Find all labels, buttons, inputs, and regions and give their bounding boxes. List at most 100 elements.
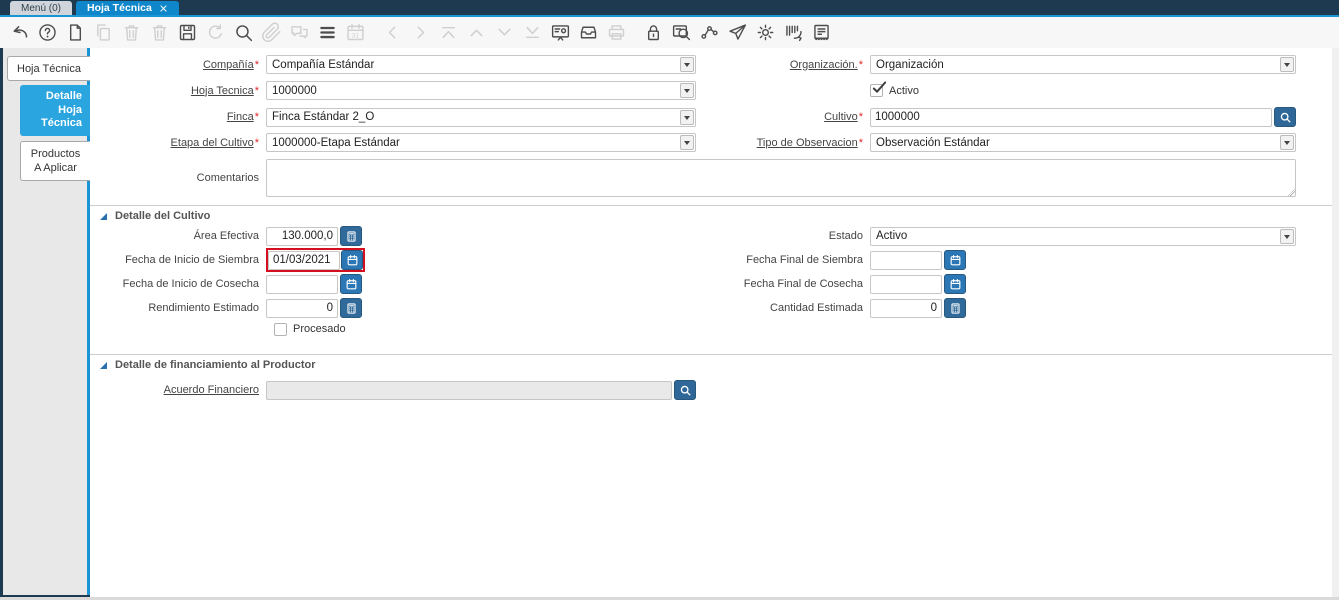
calculator-button[interactable] <box>340 226 362 246</box>
report-document-icon[interactable] <box>811 22 832 43</box>
tipo-observacion-select[interactable]: Observación Estándar <box>870 133 1296 152</box>
sidebar-tab-detalle-hoja-tecnica[interactable]: Detalle Hoja Técnica <box>20 85 90 136</box>
form-row: Área Efectiva Estado Activo <box>90 226 1339 246</box>
etapa-select[interactable]: 1000000-Etapa Estándar <box>266 133 696 152</box>
fecha-inicio-siembra-input[interactable] <box>268 250 340 270</box>
tab-hoja-tecnica[interactable]: Hoja Técnica <box>76 1 179 15</box>
compania-select[interactable]: Compañía Estándar <box>266 55 696 74</box>
cultivo-lookup-button[interactable] <box>1274 107 1296 127</box>
grid-toggle-icon[interactable] <box>317 22 338 43</box>
procesado-label: Procesado <box>293 323 346 335</box>
previous-record-icon <box>466 22 487 43</box>
chevron-down-icon[interactable] <box>1280 57 1294 72</box>
rendimiento-estimado-label: Rendimiento Estimado <box>148 302 259 314</box>
fecha-final-cosecha-input[interactable] <box>870 274 942 294</box>
form-row: Etapa del Cultivo* 1000000-Etapa Estánda… <box>90 133 1339 152</box>
vertical-scrollbar[interactable] <box>1332 48 1339 597</box>
tab-hoja-tecnica-label: Hoja Técnica <box>87 2 152 14</box>
hoja-tecnica-select[interactable]: 1000000 <box>266 81 696 100</box>
cultivo-field <box>870 107 1296 127</box>
section-financiamiento-header[interactable]: Detalle de financiamiento al Productor <box>90 354 1339 375</box>
calculator-button[interactable] <box>340 298 362 318</box>
sidebar-tab-productos-a-aplicar[interactable]: Productos A Aplicar <box>20 141 90 181</box>
finca-select[interactable]: Finca Estándar 2_O <box>266 107 696 127</box>
organizacion-select[interactable]: Organización <box>870 55 1296 74</box>
etapa-value: 1000000-Etapa Estándar <box>272 136 400 149</box>
cantidad-estimada-input[interactable] <box>870 298 942 318</box>
chevron-down-icon[interactable] <box>680 109 694 125</box>
hoja-tecnica-label: Hoja Tecnica* <box>190 84 259 97</box>
chat-icon <box>289 22 310 43</box>
tab-menu[interactable]: Menú (0) <box>10 1 73 15</box>
form-row: Comentarios <box>90 159 1339 197</box>
fecha-final-siembra-input[interactable] <box>870 250 942 270</box>
send-icon[interactable] <box>727 22 748 43</box>
sidebar-tab-hoja-tecnica[interactable]: Hoja Técnica <box>7 56 90 81</box>
save-icon[interactable] <box>177 22 198 43</box>
attachment-icon <box>261 22 282 43</box>
refresh-icon <box>205 22 226 43</box>
form-row: Hoja Tecnica* 1000000 Activo <box>90 81 1339 100</box>
next-record-icon <box>494 22 515 43</box>
calendar-button[interactable] <box>944 274 966 294</box>
main-area: Hoja Técnica Detalle Hoja Técnica Produc… <box>0 48 1339 600</box>
sidebar-tab-label: Detalle Hoja Técnica <box>41 89 82 130</box>
toolbar <box>0 17 1339 48</box>
help-icon[interactable] <box>37 22 58 43</box>
acuerdo-lookup-button[interactable] <box>674 380 696 400</box>
chevron-down-icon[interactable] <box>1280 135 1294 150</box>
barcode-scan-icon[interactable] <box>783 22 804 43</box>
settings-icon[interactable] <box>755 22 776 43</box>
compania-value: Compañía Estándar <box>272 58 375 71</box>
application-window: Menú (0) Hoja Técnica Hoja Técnica Detal… <box>0 0 1339 600</box>
chevron-left-icon <box>382 22 403 43</box>
workflow-icon[interactable] <box>699 22 720 43</box>
copy-icon <box>93 22 114 43</box>
zoom-search-icon[interactable] <box>671 22 692 43</box>
procesado-checkbox[interactable] <box>274 322 287 336</box>
tipo-observacion-label: Tipo de Observacion* <box>756 136 863 149</box>
window-tab-bar: Menú (0) Hoja Técnica <box>0 0 1339 15</box>
section-detalle-cultivo-header[interactable]: Detalle del Cultivo <box>90 205 1339 226</box>
comentarios-textarea[interactable] <box>266 159 1296 197</box>
form-row: Fecha de Inicio de Cosecha Fecha Final d… <box>90 274 1339 294</box>
find-icon[interactable] <box>233 22 254 43</box>
collapse-triangle-icon <box>100 361 107 369</box>
close-icon[interactable] <box>159 4 168 13</box>
undo-icon[interactable] <box>9 22 30 43</box>
section-title: Detalle del Cultivo <box>115 210 211 222</box>
chevron-down-icon[interactable] <box>680 83 694 98</box>
tipo-observacion-value: Observación Estándar <box>876 136 990 149</box>
fecha-inicio-cosecha-label: Fecha de Inicio de Cosecha <box>122 278 259 290</box>
area-efectiva-input[interactable] <box>266 226 338 246</box>
calendar-button[interactable] <box>341 250 363 270</box>
presentation-icon[interactable] <box>550 22 571 43</box>
chevron-down-icon[interactable] <box>680 57 694 72</box>
chevron-down-icon[interactable] <box>1280 228 1294 244</box>
estado-select[interactable]: Activo <box>870 226 1296 246</box>
fecha-inicio-cosecha-input[interactable] <box>266 274 338 294</box>
hoja-tecnica-value: 1000000 <box>272 84 317 97</box>
estado-label: Estado <box>828 230 863 242</box>
comentarios-label: Comentarios <box>196 172 259 184</box>
tab-menu-label: Menú (0) <box>21 2 62 14</box>
calendar-button[interactable] <box>944 250 966 270</box>
activo-field: Activo <box>870 84 1296 97</box>
chevron-down-icon[interactable] <box>680 135 694 150</box>
form-row: Compañía* Compañía Estándar Organización… <box>90 55 1339 74</box>
new-icon[interactable] <box>65 22 86 43</box>
activo-label: Activo <box>889 84 919 97</box>
lock-icon[interactable] <box>643 22 664 43</box>
activo-checkbox[interactable] <box>870 84 883 97</box>
form-row: Fecha de Inicio de Siembra Fecha Final d… <box>90 248 1339 272</box>
rendimiento-estimado-input[interactable] <box>266 298 338 318</box>
calculator-button[interactable] <box>944 298 966 318</box>
form-row: Rendimiento Estimado Cantidad Estimada <box>90 298 1339 318</box>
fecha-inicio-siembra-label: Fecha de Inicio de Siembra <box>125 254 259 266</box>
sidebar: Hoja Técnica Detalle Hoja Técnica Produc… <box>0 48 90 600</box>
cultivo-input[interactable] <box>870 107 1272 127</box>
cultivo-label: Cultivo* <box>824 111 863 123</box>
calendar-button[interactable] <box>340 274 362 294</box>
delete-icon <box>121 22 142 43</box>
archive-icon[interactable] <box>578 22 599 43</box>
